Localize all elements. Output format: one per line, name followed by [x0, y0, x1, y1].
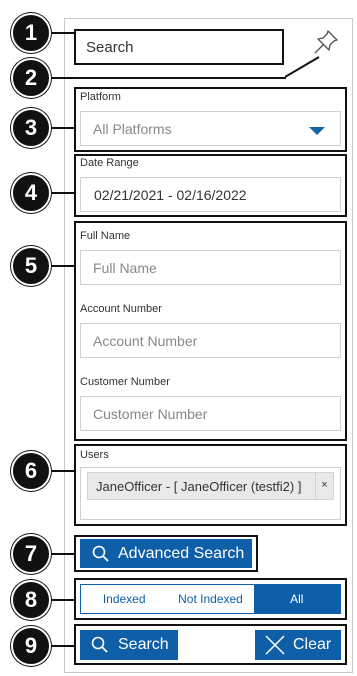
callout-5: 5	[11, 246, 51, 286]
user-chip-label: JaneOfficer - [ JaneOfficer (testfi2) ]	[96, 479, 302, 494]
customer-number-input[interactable]: Customer Number	[80, 396, 341, 431]
callout-2: 2	[11, 58, 51, 98]
close-icon	[265, 635, 285, 655]
index-filter-indexed[interactable]: Indexed	[81, 585, 167, 613]
clear-button[interactable]: Clear	[255, 630, 341, 660]
date-range-input[interactable]: 02/21/2021 - 02/16/2022	[80, 177, 341, 212]
callout-leader-8	[48, 599, 76, 601]
callout-leader-2	[48, 77, 286, 79]
callout-leader-3	[48, 127, 76, 129]
advanced-search-button[interactable]: Advanced Search	[80, 539, 252, 568]
callout-3: 3	[11, 108, 51, 148]
callout-leader-9	[48, 645, 76, 647]
callout-leader-5	[48, 265, 76, 267]
account-number-input[interactable]: Account Number	[80, 323, 341, 358]
callout-6: 6	[11, 451, 51, 491]
search-button[interactable]: Search	[80, 630, 178, 660]
search-button-label: Search	[118, 636, 169, 653]
pin-icon[interactable]	[311, 27, 341, 57]
callout-leader-2-diagonal	[285, 56, 320, 78]
callout-leader-1	[48, 32, 76, 34]
search-icon	[92, 545, 109, 562]
index-filter-toggle: Indexed Not Indexed All	[80, 584, 341, 614]
full-name-input[interactable]: Full Name	[80, 250, 341, 285]
chevron-down-icon	[309, 127, 325, 135]
callout-leader-4	[48, 192, 76, 194]
customer-number-label: Customer Number	[80, 376, 170, 388]
callout-1: 1	[11, 13, 51, 53]
account-number-label: Account Number	[80, 303, 162, 315]
panel-title: Search	[74, 29, 284, 65]
user-chip[interactable]: JaneOfficer - [ JaneOfficer (testfi2) ] …	[87, 472, 334, 500]
callout-7: 7	[11, 534, 51, 574]
platform-select[interactable]: All Platforms	[80, 111, 341, 146]
users-label: Users	[80, 449, 109, 461]
platform-selected-value: All Platforms	[93, 121, 172, 137]
callout-8: 8	[11, 580, 51, 620]
advanced-search-label: Advanced Search	[118, 544, 245, 562]
search-icon	[91, 636, 108, 653]
date-range-label: Date Range	[80, 157, 139, 169]
remove-user-button[interactable]: ×	[315, 473, 333, 499]
clear-button-label: Clear	[293, 636, 332, 653]
callout-4: 4	[11, 173, 51, 213]
full-name-label: Full Name	[80, 230, 131, 242]
callout-9: 9	[11, 626, 51, 666]
callout-leader-7	[48, 553, 76, 555]
platform-label: Platform	[80, 91, 121, 103]
index-filter-all[interactable]: All	[253, 585, 340, 613]
index-filter-not-indexed[interactable]: Not Indexed	[167, 585, 253, 613]
callout-leader-6	[48, 470, 76, 472]
